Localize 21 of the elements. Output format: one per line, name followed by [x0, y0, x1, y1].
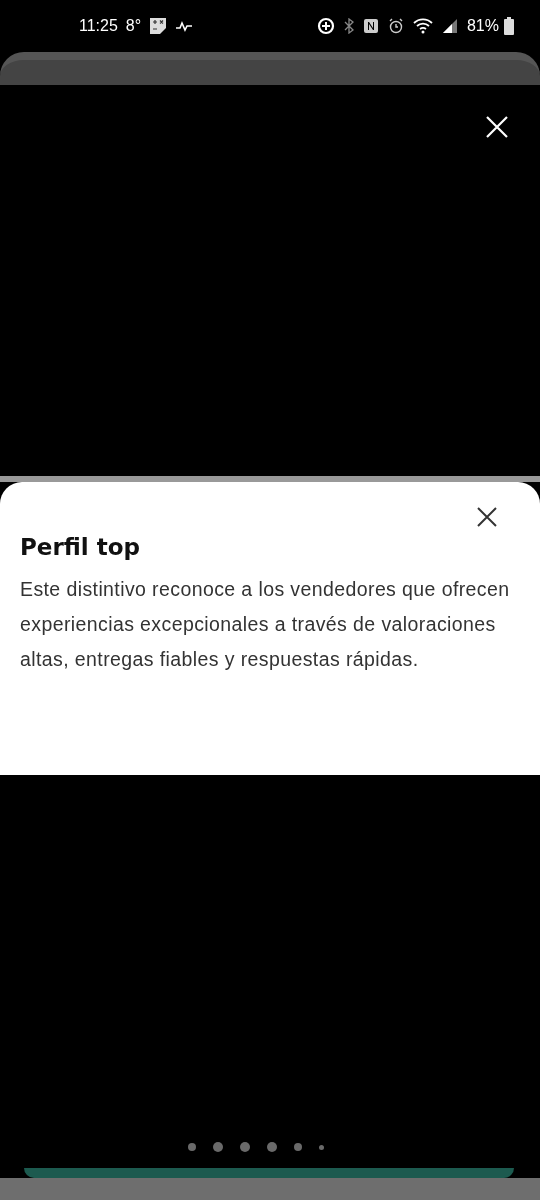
alarm-icon: [387, 18, 404, 34]
page-dot[interactable]: [213, 1142, 223, 1152]
sheet-title: Perfil top: [20, 534, 141, 560]
nfc-icon: [362, 18, 379, 34]
page-dot[interactable]: [188, 1143, 196, 1151]
page-dot[interactable]: [240, 1142, 250, 1152]
close-button[interactable]: [476, 506, 498, 528]
signal-icon: [441, 18, 458, 34]
sheet-description: Este distintivo reconoce a los vendedores que ofrecen experiencias excepcionales a través de valoraciones altas, entregas fiables y respuestas rápidas.: [20, 577, 511, 672]
calculator-icon: [149, 17, 168, 35]
page-dot[interactable]: [319, 1144, 324, 1150]
bluetooth-icon: [343, 18, 354, 34]
battery-icon: [504, 17, 514, 35]
clock: 11:25: [79, 17, 118, 35]
battery-level: 81%: [466, 17, 499, 35]
page-dot[interactable]: [294, 1143, 302, 1151]
wifi-icon: [412, 18, 433, 34]
page-dot[interactable]: [267, 1142, 277, 1152]
pulse-icon: [175, 20, 194, 32]
data-saver-icon: [316, 17, 335, 35]
temperature: 8°: [125, 17, 142, 35]
